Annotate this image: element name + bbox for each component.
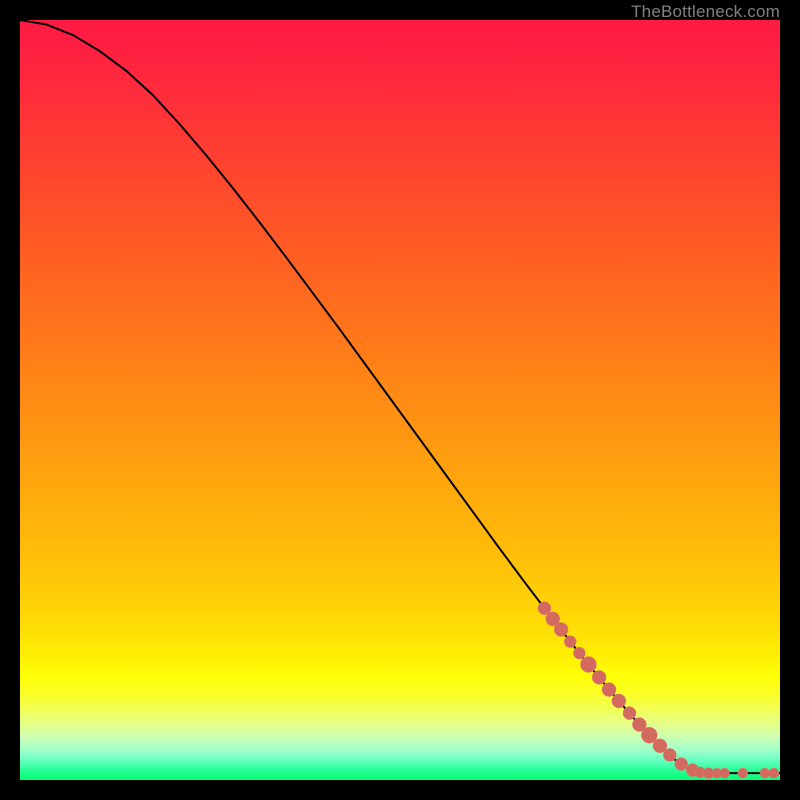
data-marker: [769, 768, 779, 778]
data-marker: [675, 758, 688, 771]
data-marker: [580, 656, 596, 672]
data-marker: [738, 768, 748, 778]
curve-layer: [20, 20, 780, 780]
performance-curve: [20, 20, 780, 773]
data-marker: [573, 647, 585, 659]
data-marker: [554, 623, 568, 637]
data-marker: [760, 768, 770, 778]
data-marker: [720, 768, 730, 778]
data-marker: [623, 707, 636, 720]
plot-area: [20, 20, 780, 780]
data-marker: [602, 683, 616, 697]
data-marker: [663, 748, 676, 761]
data-marker: [612, 694, 626, 708]
data-markers: [538, 602, 779, 779]
watermark-text: TheBottleneck.com: [631, 2, 780, 22]
data-marker: [592, 670, 606, 684]
data-marker: [564, 636, 576, 648]
chart-container: TheBottleneck.com: [0, 0, 800, 800]
